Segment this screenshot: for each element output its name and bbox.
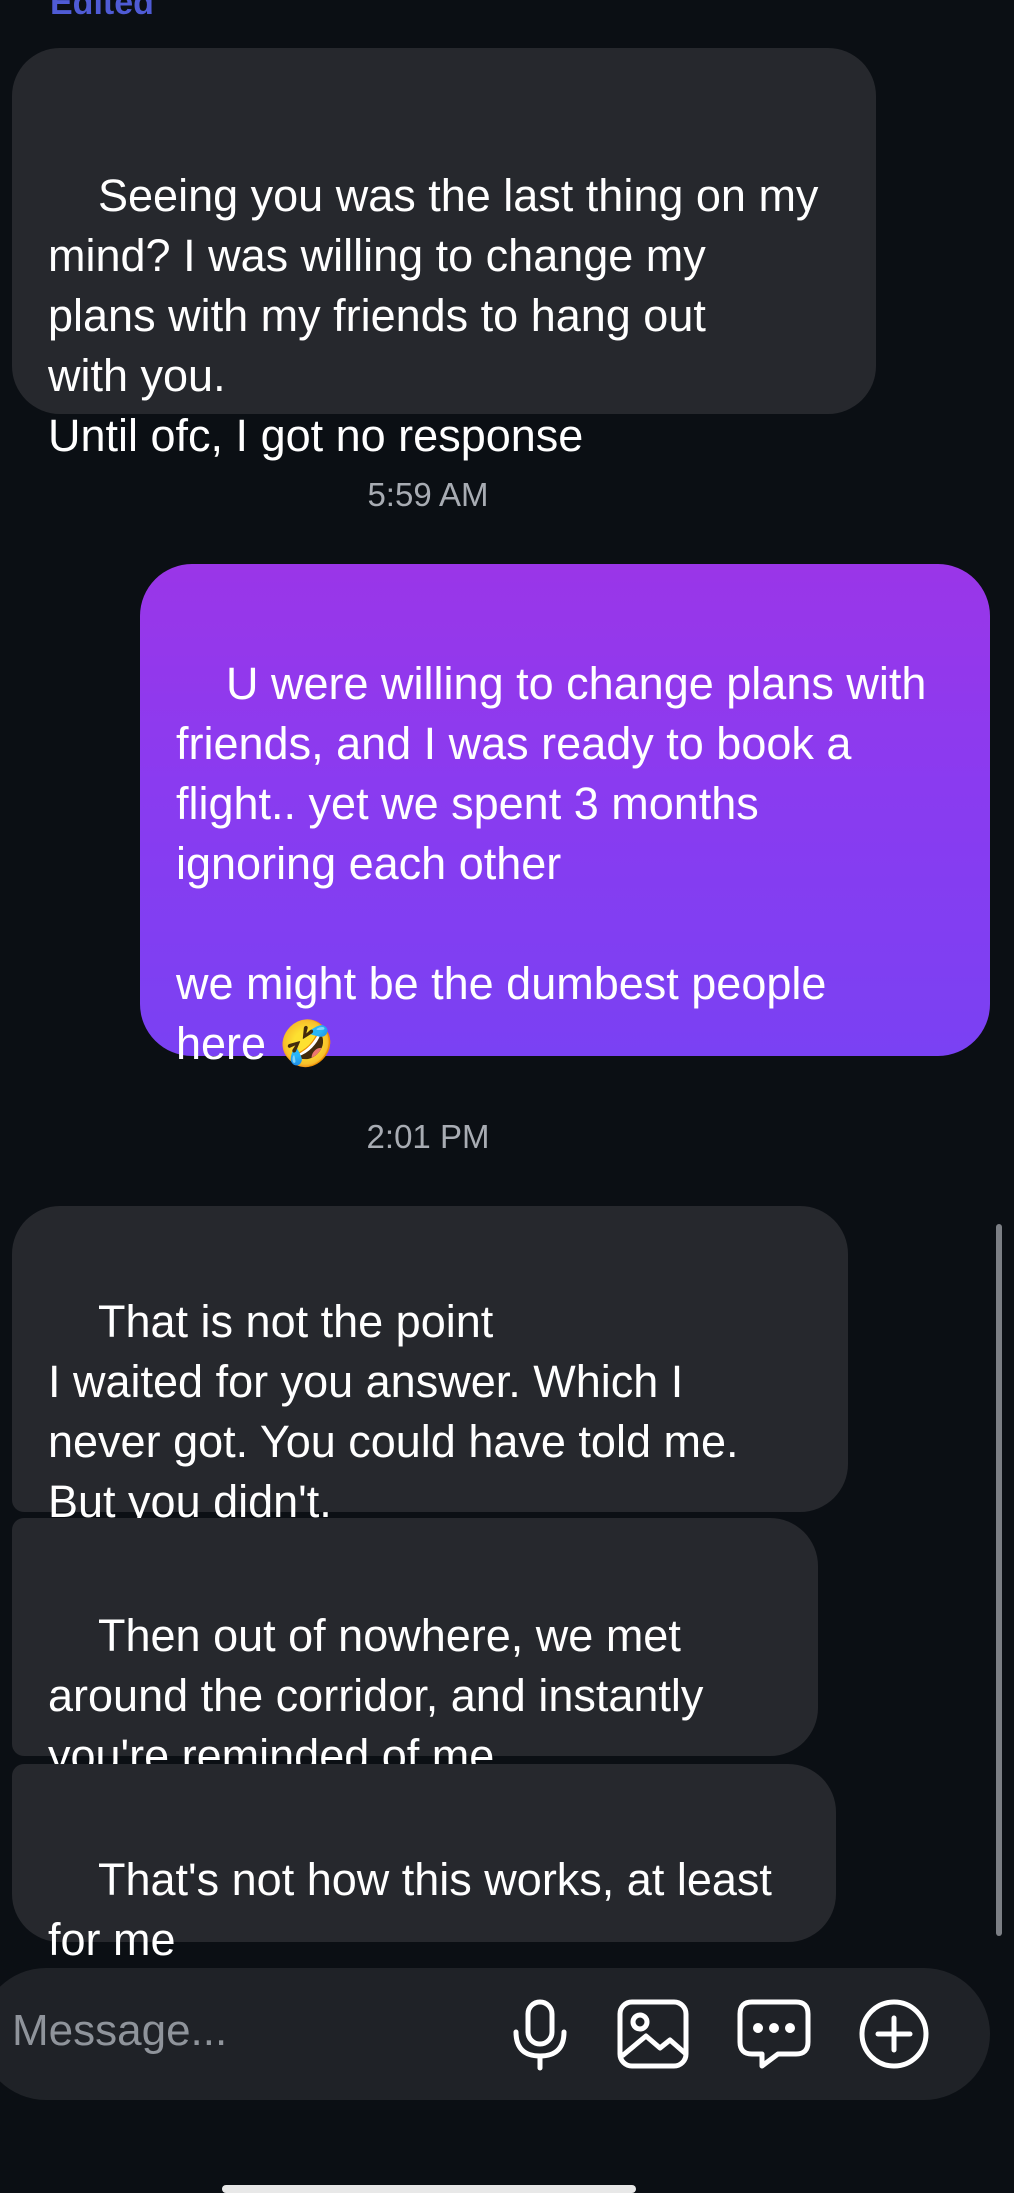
message-bubble-received[interactable]: Then out of nowhere, we met around the c… [12,1518,818,1781]
timestamp: 2:01 PM [366,1118,490,1155]
message-input[interactable]: Message... [12,2006,227,2056]
edited-label: Edited [50,0,154,22]
plus-icon[interactable] [854,1994,934,2074]
scrollbar[interactable] [996,1224,1002,1936]
message-text: Seeing you was the last thing on my mind… [48,170,819,461]
message-text: Then out of nowhere, we met around the c… [48,1610,704,1781]
message-text: That is not the point I waited for you a… [48,1296,739,1527]
timestamp: 5:59 AM [367,476,489,513]
microphone-icon[interactable] [500,1994,580,2074]
message-text: That's not how this works, at least for … [48,1854,772,1965]
message-text: U were willing to change plans with frie… [176,658,927,1069]
image-icon[interactable] [614,1994,694,2074]
sticker-chat-icon[interactable] [734,1994,814,2074]
message-bubble-received[interactable]: Seeing you was the last thing on my mind… [12,48,876,461]
message-bubble-received[interactable]: That's not how this works, at least for … [12,1764,836,1965]
home-indicator [222,2185,636,2193]
message-bubble-sent[interactable]: U were willing to change plans with frie… [140,564,990,1069]
message-bubble-received[interactable]: That is not the point I waited for you a… [12,1206,848,1527]
